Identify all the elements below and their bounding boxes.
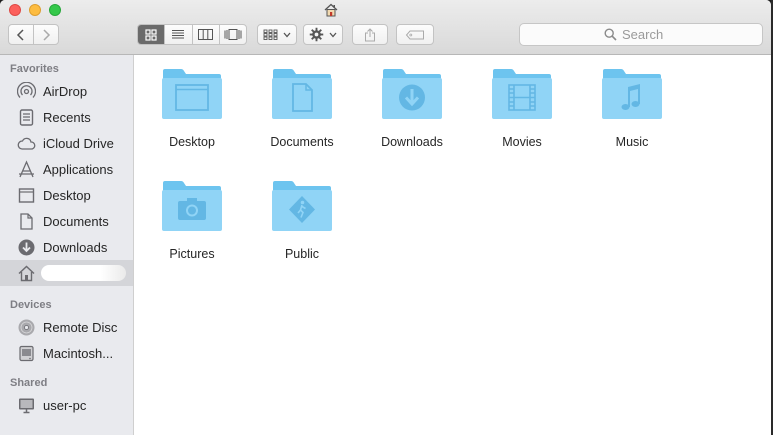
sidebar-item-label: iCloud Drive [43, 135, 114, 151]
folder-icon [492, 69, 552, 119]
folder-icon [602, 69, 662, 119]
sidebar-item-label: user-pc [43, 397, 87, 413]
folder-name: Desktop [169, 135, 215, 149]
finder-window: Favorites AirDrop Recents [0, 0, 771, 435]
folder-icon [162, 181, 222, 231]
folder-icon [272, 69, 332, 119]
download-glyph [399, 84, 425, 111]
home-icon [324, 3, 338, 17]
sidebar-item-home[interactable] [0, 260, 133, 286]
sidebar-item-airdrop[interactable]: AirDrop [0, 78, 133, 104]
folder-icon [272, 181, 332, 231]
forward-button[interactable] [34, 25, 58, 44]
sidebar-item-icloud-drive[interactable]: iCloud Drive [0, 130, 133, 156]
folder-name: Movies [502, 135, 542, 149]
close-button[interactable] [9, 4, 21, 16]
airdrop-icon [17, 81, 36, 101]
folder-item-public[interactable]: Public [247, 180, 357, 280]
icon-view-button[interactable] [138, 25, 165, 44]
icon-view-icon [145, 28, 157, 41]
sidebar-section-shared: Shared [10, 377, 48, 389]
sidebar-item-desktop[interactable]: Desktop [0, 182, 133, 208]
sidebar-item-label: Documents [43, 213, 109, 229]
document-icon [17, 212, 36, 231]
folder-item-documents[interactable]: Documents [247, 68, 357, 168]
folder-name: Music [615, 135, 649, 149]
chevron-right-icon [43, 28, 51, 41]
sidebar-item-label: Downloads [43, 239, 108, 255]
column-view-button[interactable] [191, 25, 219, 44]
folder-item-pictures[interactable]: Pictures [137, 180, 247, 280]
recents-icon [17, 108, 36, 127]
folder-icon [162, 69, 222, 119]
arrange-grid-icon [263, 29, 278, 40]
camera-glyph [178, 198, 206, 220]
action-button[interactable] [303, 24, 343, 45]
search-icon [604, 28, 617, 41]
folder-name: Pictures [169, 247, 215, 261]
chevron-down-icon [283, 32, 291, 37]
share-icon [365, 27, 375, 41]
tag-icon [405, 30, 424, 39]
file-browser-content: Desktop Documents Downloads Movies Music… [134, 55, 771, 435]
back-forward-group [8, 24, 59, 45]
sidebar-item-remote-disc[interactable]: Remote Disc [0, 314, 133, 340]
tag-button[interactable] [396, 24, 434, 45]
search-input[interactable] [622, 27, 678, 42]
list-view-icon [172, 30, 185, 39]
applications-icon [17, 159, 36, 179]
sidebar-item-label: Macintosh... [43, 345, 114, 361]
folder-icon [382, 69, 442, 119]
sidebar-item-recents[interactable]: Recents [0, 104, 133, 130]
computer-icon [17, 396, 36, 415]
cover-flow-view-icon [224, 29, 242, 40]
folder-name: Public [284, 247, 320, 261]
sidebar-item-label: Desktop [43, 187, 91, 203]
home-folder-label-redacted [41, 265, 126, 281]
sidebar-item-documents[interactable]: Documents [0, 208, 133, 234]
sidebar-item-applications[interactable]: Applications [0, 156, 133, 182]
chevron-down-icon [329, 32, 337, 37]
sidebar-item-downloads[interactable]: Downloads [0, 234, 133, 260]
sidebar-item-label: Applications [43, 161, 114, 177]
home-icon [17, 264, 36, 283]
zoom-button[interactable] [49, 4, 61, 16]
minimize-button[interactable] [29, 4, 41, 16]
chevron-left-icon [16, 28, 24, 41]
sidebar-item-macintosh-hd[interactable]: Macintosh... [0, 340, 133, 366]
sidebar: Favorites AirDrop Recents iCloud Drive A… [0, 55, 134, 435]
toolbar [0, 0, 771, 55]
sidebar-item-label: AirDrop [43, 83, 88, 99]
hard-drive-icon [17, 344, 36, 363]
folder-name: Downloads [381, 135, 443, 149]
arrange-button[interactable] [257, 24, 297, 45]
folder-item-desktop[interactable]: Desktop [137, 68, 247, 168]
cloud-icon [17, 134, 36, 153]
sidebar-item-label: Remote Disc [43, 319, 118, 335]
folder-name: Documents [270, 135, 334, 149]
cover-flow-view-button[interactable] [218, 25, 246, 44]
column-view-icon [198, 29, 214, 40]
view-mode-group [137, 24, 247, 45]
share-button[interactable] [352, 24, 388, 45]
download-icon [17, 238, 36, 257]
gear-icon [309, 27, 324, 42]
folder-item-music[interactable]: Music [577, 68, 687, 168]
search-field[interactable] [519, 23, 763, 46]
sidebar-section-devices: Devices [10, 299, 52, 311]
sidebar-item-user-pc[interactable]: user-pc [0, 392, 133, 418]
disc-icon [17, 318, 36, 337]
list-view-button[interactable] [164, 25, 191, 44]
desktop-icon [17, 186, 36, 205]
sidebar-item-label: Recents [43, 109, 91, 125]
sidebar-section-favorites: Favorites [10, 63, 59, 75]
back-button[interactable] [9, 25, 33, 44]
folder-item-movies[interactable]: Movies [467, 68, 577, 168]
folder-item-downloads[interactable]: Downloads [357, 68, 467, 168]
